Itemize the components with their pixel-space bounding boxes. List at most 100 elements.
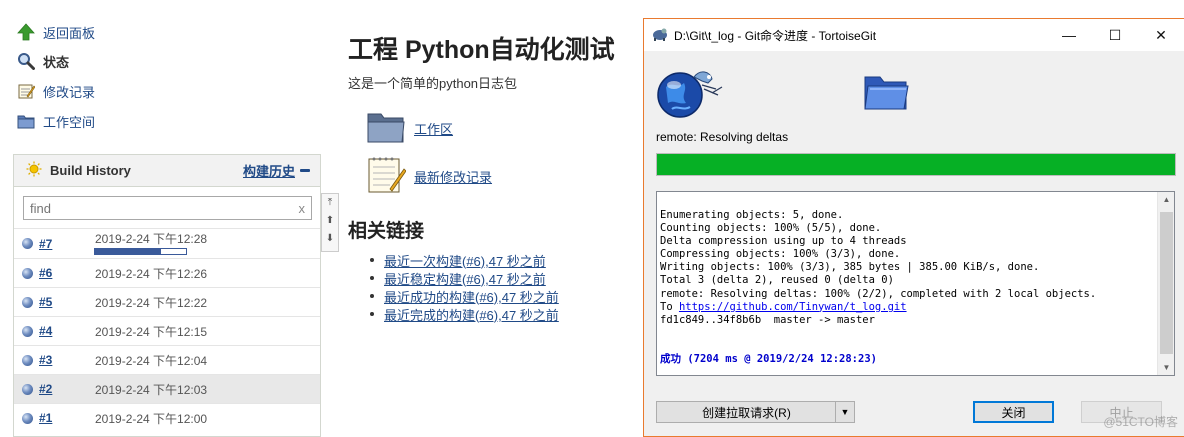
log-line: Enumerating objects: 5, done. <box>660 209 844 221</box>
build-row: #3 2019-2-24 下午12:04 <box>14 345 320 374</box>
build-time: 2019-2-24 下午12:26 <box>95 266 208 281</box>
latest-changes-link-row[interactable]: 最新修改记录 <box>366 155 492 198</box>
remote-url-link[interactable]: https://github.com/Tinywan/t_log.git <box>679 301 907 313</box>
last-successful-build-link[interactable]: 最近成功的构建(#6),47 秒之前 <box>384 287 559 306</box>
build-time: 2019-2-24 下午12:00 <box>95 411 208 426</box>
build-status-ball-icon <box>22 325 33 337</box>
chevron-down-icon[interactable]: ▼ <box>835 402 854 422</box>
close-window-button[interactable]: ✕ <box>1138 19 1184 51</box>
sidebar-item-label[interactable]: 工作空间 <box>43 112 95 131</box>
sidebar-item-label[interactable]: 修改记录 <box>43 82 95 101</box>
page-title: 工程 Python自动化测试 <box>348 36 615 64</box>
latest-changes-link[interactable]: 最新修改记录 <box>414 167 492 186</box>
log-text: Enumerating objects: 5, done. Counting o… <box>660 209 1096 366</box>
scrollbar-thumb[interactable] <box>1160 212 1173 354</box>
up-arrow-icon <box>16 22 36 42</box>
create-pull-request-button[interactable]: 创建拉取请求(R) ▼ <box>656 401 855 423</box>
search-icon <box>16 51 36 71</box>
build-row: #5 2019-2-24 下午12:22 <box>14 287 320 316</box>
log-line: Counting objects: 100% (5/5), done. <box>660 222 882 235</box>
last-stable-build-link[interactable]: 最近稳定构建(#6),47 秒之前 <box>384 269 546 288</box>
build-time: 2019-2-24 下午12:15 <box>95 324 208 339</box>
workspace-link[interactable]: 工作区 <box>414 119 453 138</box>
tortoisegit-app-icon <box>652 27 668 44</box>
log-line: Compressing objects: 100% (3/3), done. <box>660 248 901 261</box>
build-number-link[interactable]: #1 <box>39 411 95 425</box>
list-item: 最近一次构建(#6),47 秒之前 <box>370 251 559 269</box>
git-progress-fill <box>657 154 1175 175</box>
build-time: 2019-2-24 下午12:04 <box>95 353 208 368</box>
folder-icon <box>16 111 36 131</box>
sidebar-item-label[interactable]: 返回面板 <box>43 23 95 42</box>
list-item: 最近完成的构建(#6),47 秒之前 <box>370 305 559 323</box>
sidebar-item-label[interactable]: 状态 <box>43 52 69 71</box>
sidebar-item-workspace[interactable]: 工作空间 <box>16 110 95 132</box>
scroll-down-icon[interactable]: ▼ <box>1158 363 1174 372</box>
sidebar-item-back-to-dashboard[interactable]: 返回面板 <box>16 21 95 43</box>
close-button[interactable]: 关闭 <box>973 401 1054 423</box>
build-status-ball-icon <box>22 296 33 308</box>
build-history-pager: ⤒ ⬆ ⬇ <box>321 193 339 252</box>
build-history-title: Build History <box>50 163 131 178</box>
last-completed-build-link[interactable]: 最近完成的构建(#6),47 秒之前 <box>384 305 559 324</box>
build-search-box: x <box>23 196 312 220</box>
build-status-ball-icon <box>22 412 33 424</box>
git-output-log[interactable]: Enumerating objects: 5, done. Counting o… <box>656 191 1175 376</box>
build-number-link[interactable]: #3 <box>39 353 95 367</box>
page-up-icon[interactable]: ⬆ <box>322 212 338 230</box>
create-pull-request-label: 创建拉取请求(R) <box>702 405 791 420</box>
build-search-input[interactable] <box>30 200 299 216</box>
project-description: 这是一个简单的python日志包 <box>348 76 518 91</box>
build-trend-link[interactable]: 构建历史 <box>243 161 295 180</box>
build-number-link[interactable]: #5 <box>39 295 95 309</box>
tortoisegit-progress-dialog: D:\Git\t_log - Git命令进度 - TortoiseGit — ☐… <box>643 18 1184 437</box>
git-progress-bar <box>656 153 1176 176</box>
build-status-ball-icon <box>22 354 33 366</box>
clear-search-icon[interactable]: x <box>299 201 306 216</box>
build-status-ball-icon <box>22 238 33 249</box>
build-number-link[interactable]: #4 <box>39 324 95 338</box>
build-status-ball-icon <box>22 267 33 279</box>
minimize-button[interactable]: — <box>1046 19 1092 51</box>
collapse-icon[interactable] <box>300 169 310 172</box>
build-row: #2 2019-2-24 下午12:03 <box>14 374 320 403</box>
build-number-link[interactable]: #7 <box>39 237 95 251</box>
folder-icon <box>862 71 910 116</box>
build-history-header: Build History 构建历史 <box>14 155 320 187</box>
dialog-title: D:\Git\t_log - Git命令进度 - TortoiseGit <box>674 28 877 43</box>
sun-icon <box>26 161 42 180</box>
build-number-link[interactable]: #6 <box>39 266 95 280</box>
list-item: 最近稳定构建(#6),47 秒之前 <box>370 269 559 287</box>
sidebar-item-changes[interactable]: 修改记录 <box>16 80 95 102</box>
dialog-titlebar[interactable]: D:\Git\t_log - Git命令进度 - TortoiseGit — ☐… <box>644 19 1184 51</box>
build-time: 2019-2-24 下午12:03 <box>95 382 208 397</box>
globe-sync-icon <box>656 65 736 124</box>
watermark: @51CTO博客 <box>1103 415 1178 429</box>
build-number-link[interactable]: #2 <box>39 382 95 396</box>
sidebar-item-status[interactable]: 状态 <box>16 50 69 72</box>
build-progress-bar[interactable] <box>94 248 187 255</box>
page-first-icon[interactable]: ⤒ <box>322 194 338 212</box>
notepad-icon <box>366 155 407 198</box>
scroll-up-icon[interactable]: ▲ <box>1158 195 1174 204</box>
folder-icon <box>366 110 406 147</box>
build-progress-fill <box>95 249 161 254</box>
build-row: #4 2019-2-24 下午12:15 <box>14 316 320 345</box>
build-time: 2019-2-24 下午12:28 <box>95 232 208 246</box>
progress-status-text: remote: Resolving deltas <box>656 130 789 144</box>
result-line: 成功 (7204 ms @ 2019/2/24 12:28:23) <box>660 353 877 366</box>
log-line: Writing objects: 100% (3/3), 385 bytes |… <box>660 261 1040 274</box>
log-to-prefix: To <box>660 300 679 313</box>
last-build-link[interactable]: 最近一次构建(#6),47 秒之前 <box>384 251 546 270</box>
workspace-link-row[interactable]: 工作区 <box>366 110 453 147</box>
build-row: #7 2019-2-24 下午12:28 <box>14 228 320 258</box>
page-down-icon[interactable]: ⬇ <box>322 230 338 248</box>
log-scrollbar[interactable]: ▲ ▼ <box>1157 192 1174 375</box>
list-item: 最近成功的构建(#6),47 秒之前 <box>370 287 559 305</box>
related-links-heading: 相关链接 <box>348 221 425 242</box>
maximize-button[interactable]: ☐ <box>1092 19 1138 51</box>
log-line: Total 3 (delta 2), reused 0 (delta 0) <box>660 274 894 287</box>
log-line: Delta compression using up to 4 threads <box>660 235 907 248</box>
notepad-icon <box>16 81 36 101</box>
build-row: #6 2019-2-24 下午12:26 <box>14 258 320 287</box>
